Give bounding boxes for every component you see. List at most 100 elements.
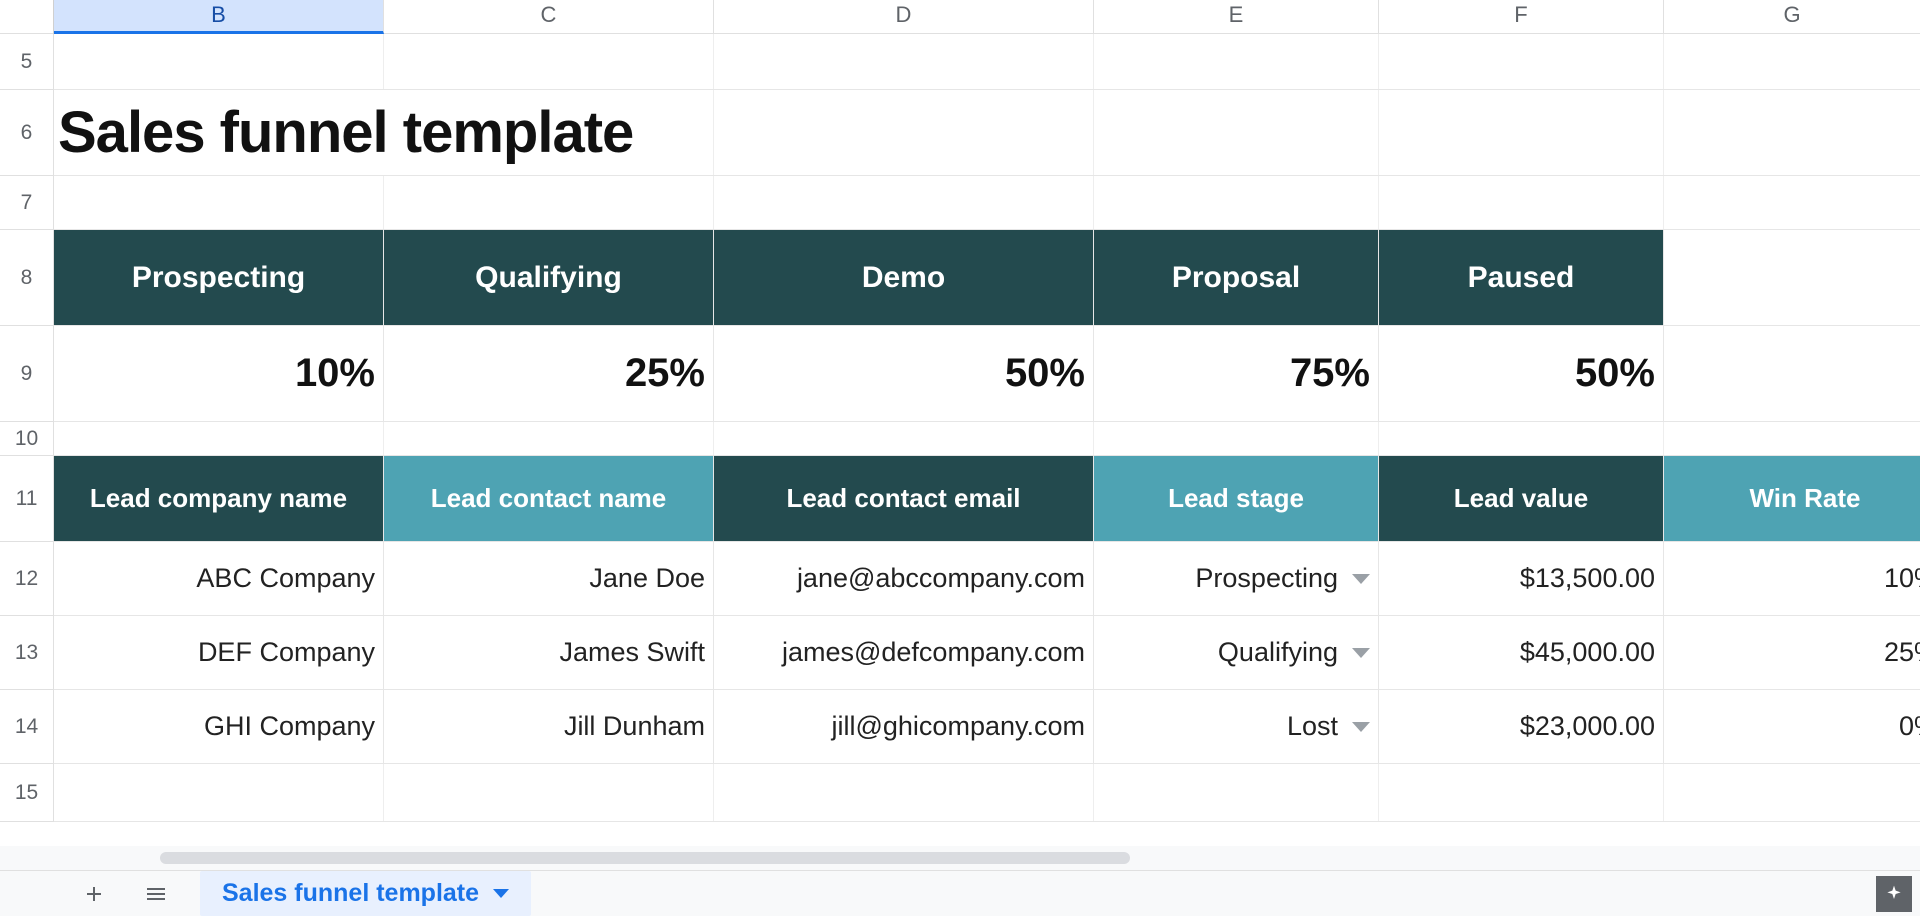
- stage-pct-prospecting[interactable]: 10%: [54, 326, 384, 421]
- lead-1-email[interactable]: james@defcompany.com: [714, 616, 1094, 689]
- cell-f10[interactable]: [1379, 422, 1664, 455]
- row-header-9[interactable]: 9: [0, 326, 54, 422]
- stage-pct-proposal[interactable]: 75%: [1094, 326, 1379, 421]
- lead-2-stage-label: Lost: [1287, 711, 1338, 742]
- lead-0-value[interactable]: $13,500.00: [1379, 542, 1664, 615]
- lead-0-contact[interactable]: Jane Doe: [384, 542, 714, 615]
- dropdown-arrow-icon[interactable]: [1352, 648, 1370, 658]
- lead-0-email[interactable]: jane@abccompany.com: [714, 542, 1094, 615]
- th-company[interactable]: Lead company name: [54, 456, 384, 541]
- cell-d15[interactable]: [714, 764, 1094, 821]
- cell-b10[interactable]: [54, 422, 384, 455]
- dropdown-arrow-icon[interactable]: [1352, 722, 1370, 732]
- stage-pct-qualifying[interactable]: 25%: [384, 326, 714, 421]
- stage-header-proposal[interactable]: Proposal: [1094, 230, 1379, 325]
- cell-f5[interactable]: [1379, 34, 1664, 89]
- row-header-10[interactable]: 10: [0, 422, 54, 456]
- stage-header-prospecting[interactable]: Prospecting: [54, 230, 384, 325]
- cell-b7[interactable]: [54, 176, 384, 229]
- sheet-tab-menu-arrow-icon[interactable]: [493, 889, 509, 898]
- cell-c10[interactable]: [384, 422, 714, 455]
- cell-g7[interactable]: [1664, 176, 1920, 229]
- cell-d10[interactable]: [714, 422, 1094, 455]
- lead-0-company[interactable]: ABC Company: [54, 542, 384, 615]
- stage-pct-demo[interactable]: 50%: [714, 326, 1094, 421]
- cell-d7[interactable]: [714, 176, 1094, 229]
- lead-2-stage[interactable]: Lost: [1094, 690, 1379, 763]
- lead-2-winrate[interactable]: 0%: [1664, 690, 1920, 763]
- column-header-f[interactable]: F: [1379, 0, 1664, 34]
- cell-c6[interactable]: [384, 90, 714, 175]
- stage-pct-paused[interactable]: 50%: [1379, 326, 1664, 421]
- row-header-7[interactable]: 7: [0, 176, 54, 230]
- th-winrate[interactable]: Win Rate: [1664, 456, 1920, 541]
- lead-2-company[interactable]: GHI Company: [54, 690, 384, 763]
- cell-b5[interactable]: [54, 34, 384, 89]
- cell-d6[interactable]: [714, 90, 1094, 175]
- lead-2-value[interactable]: $23,000.00: [1379, 690, 1664, 763]
- row-7: [54, 176, 1920, 230]
- cell-e5[interactable]: [1094, 34, 1379, 89]
- th-email[interactable]: Lead contact email: [714, 456, 1094, 541]
- cell-f15[interactable]: [1379, 764, 1664, 821]
- cell-c7[interactable]: [384, 176, 714, 229]
- add-sheet-button[interactable]: [76, 876, 112, 912]
- column-header-d[interactable]: D: [714, 0, 1094, 34]
- cell-g9[interactable]: [1664, 326, 1920, 421]
- cell-e15[interactable]: [1094, 764, 1379, 821]
- row-header-14[interactable]: 14: [0, 690, 54, 764]
- row-header-6[interactable]: 6: [0, 90, 54, 176]
- cell-g5[interactable]: [1664, 34, 1920, 89]
- sparkle-icon: [1884, 884, 1904, 904]
- cell-c15[interactable]: [384, 764, 714, 821]
- th-stage[interactable]: Lead stage: [1094, 456, 1379, 541]
- lead-0-stage-label: Prospecting: [1195, 563, 1338, 594]
- lead-0-stage[interactable]: Prospecting: [1094, 542, 1379, 615]
- horizontal-scrollbar-thumb[interactable]: [160, 852, 1130, 864]
- row-header-8[interactable]: 8: [0, 230, 54, 326]
- th-contact[interactable]: Lead contact name: [384, 456, 714, 541]
- all-sheets-button[interactable]: [138, 876, 174, 912]
- column-header-c[interactable]: C: [384, 0, 714, 34]
- explore-button[interactable]: [1876, 876, 1912, 912]
- cell-g15[interactable]: [1664, 764, 1920, 821]
- lead-1-value[interactable]: $45,000.00: [1379, 616, 1664, 689]
- row-header-15[interactable]: 15: [0, 764, 54, 822]
- row-header-5[interactable]: 5: [0, 34, 54, 90]
- column-header-b[interactable]: B: [54, 0, 384, 34]
- cell-c5[interactable]: [384, 34, 714, 89]
- lead-2-contact[interactable]: Jill Dunham: [384, 690, 714, 763]
- column-header-e[interactable]: E: [1094, 0, 1379, 34]
- lead-2-email[interactable]: jill@ghicompany.com: [714, 690, 1094, 763]
- cell-g10[interactable]: [1664, 422, 1920, 455]
- stage-header-paused[interactable]: Paused: [1379, 230, 1664, 325]
- horizontal-scrollbar-track[interactable]: [0, 846, 1920, 870]
- sheet-tab-label: Sales funnel template: [222, 879, 479, 908]
- lead-1-company[interactable]: DEF Company: [54, 616, 384, 689]
- lead-0-winrate[interactable]: 10%: [1664, 542, 1920, 615]
- cell-b6-title[interactable]: Sales funnel template: [54, 90, 384, 175]
- dropdown-arrow-icon[interactable]: [1352, 574, 1370, 584]
- cell-f7[interactable]: [1379, 176, 1664, 229]
- cell-b15[interactable]: [54, 764, 384, 821]
- select-all-corner[interactable]: [0, 0, 54, 34]
- cell-d5[interactable]: [714, 34, 1094, 89]
- cell-g8[interactable]: [1664, 230, 1920, 325]
- lead-1-stage[interactable]: Qualifying: [1094, 616, 1379, 689]
- row-header-13[interactable]: 13: [0, 616, 54, 690]
- stage-header-qualifying[interactable]: Qualifying: [384, 230, 714, 325]
- row-header-11[interactable]: 11: [0, 456, 54, 542]
- sheet-tab-active[interactable]: Sales funnel template: [200, 871, 531, 916]
- cell-g6[interactable]: [1664, 90, 1920, 175]
- stage-header-demo[interactable]: Demo: [714, 230, 1094, 325]
- cell-f6[interactable]: [1379, 90, 1664, 175]
- lead-1-contact[interactable]: James Swift: [384, 616, 714, 689]
- column-header-g[interactable]: G: [1664, 0, 1920, 34]
- cell-e6[interactable]: [1094, 90, 1379, 175]
- cell-e10[interactable]: [1094, 422, 1379, 455]
- th-value[interactable]: Lead value: [1379, 456, 1664, 541]
- cell-e7[interactable]: [1094, 176, 1379, 229]
- row-header-12[interactable]: 12: [0, 542, 54, 616]
- lead-1-winrate[interactable]: 25%: [1664, 616, 1920, 689]
- row-header-gutter: 5 6 7 8 9 10 11 12 13 14 15: [0, 34, 54, 846]
